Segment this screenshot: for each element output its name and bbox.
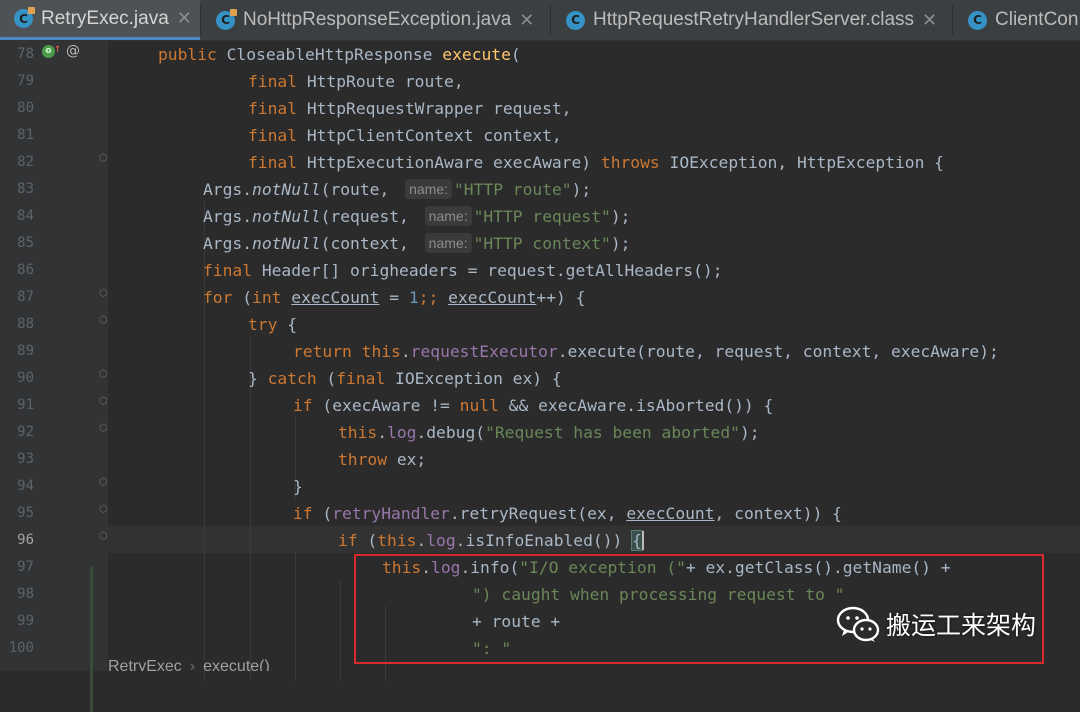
line-number: 88: [17, 316, 34, 332]
line-number: 85: [17, 235, 34, 251]
parameter-hint: name:: [424, 232, 472, 253]
line-number: 79: [17, 73, 34, 89]
code-line-95: if (retryHandler.retryRequest(ex, execCo…: [293, 504, 842, 523]
breadcrumb-separator: ›: [189, 658, 196, 671]
code-line-83: Args.notNull(route, name: "HTTP route");: [203, 178, 592, 199]
code-line-81: final HttpClientContext context,: [248, 126, 562, 145]
indent-guide: [250, 390, 251, 680]
tab-label: ClientCon: [995, 9, 1079, 30]
annotation-icon[interactable]: @: [66, 43, 80, 59]
class-icon: C: [216, 8, 237, 30]
parameter-hint: name:: [424, 205, 472, 226]
code-line-93: throw ex;: [338, 450, 427, 469]
code-line-94: }: [293, 477, 303, 496]
line-number: 84: [17, 208, 34, 224]
line-number: 90: [17, 370, 34, 386]
tab-label: HttpRequestRetryHandlerServer.class: [593, 9, 915, 30]
close-icon[interactable]: ✕: [177, 8, 192, 29]
tab-clientcon[interactable]: C ClientCon: [954, 0, 1080, 40]
breadcrumb-method[interactable]: execute(): [203, 658, 270, 671]
text-caret: [641, 531, 644, 550]
code-line-87: for (int execCount = 1;; execCount++) {: [203, 288, 586, 307]
editor-gutter[interactable]: 78 79 80 81 82 83 84 85 86 87 88 89 90 9…: [0, 41, 108, 712]
watermark-text: 搬运工来架构: [886, 611, 1037, 640]
close-icon[interactable]: ✕: [922, 10, 937, 31]
line-number: 98: [17, 586, 34, 602]
line-number: 100: [8, 640, 34, 656]
line-number: 91: [17, 397, 34, 413]
code-line-79: final HttpRoute route,: [248, 72, 464, 91]
line-number: 99: [17, 613, 34, 629]
close-icon[interactable]: ✕: [519, 10, 534, 31]
tab-nohttpresponseexception[interactable]: C NoHttpResponseException.java ✕: [202, 0, 550, 40]
class-icon: C: [14, 7, 35, 28]
breadcrumb-class[interactable]: RetryExec: [108, 658, 182, 671]
editor-tab-bar: C RetryExec.java ✕ C NoHttpResponseExcep…: [0, 0, 1080, 41]
code-line-88: try {: [248, 315, 298, 334]
code-line-92: this.log.debug("Request has been aborted…: [338, 423, 760, 442]
breadcrumb: RetryExec › execute(): [108, 655, 1080, 671]
code-line-86: final Header[] origheaders = request.get…: [203, 261, 723, 280]
line-number: 86: [17, 262, 34, 278]
line-number: 81: [17, 127, 34, 143]
code-line-96: if (this.log.isInfoEnabled()) {: [338, 530, 644, 551]
matched-brace: {: [631, 530, 643, 551]
tab-label: RetryExec.java: [41, 7, 169, 29]
code-line-90: } catch (final IOException ex) {: [248, 369, 562, 388]
code-line-84: Args.notNull(request, name: "HTTP request…: [203, 205, 631, 226]
line-number: 95: [17, 505, 34, 521]
line-number: 93: [17, 451, 34, 467]
line-number: 92: [17, 424, 34, 440]
code-line-78: public CloseableHttpResponse execute(: [158, 45, 521, 64]
tab-retryexec[interactable]: C RetryExec.java ✕: [0, 0, 200, 40]
line-number: 97: [17, 559, 34, 575]
line-number: 80: [17, 100, 34, 116]
arrow-up-icon[interactable]: ↑: [54, 41, 61, 55]
line-number: 94: [17, 478, 34, 494]
line-number: 89: [17, 343, 34, 359]
line-number: 87: [17, 289, 34, 305]
line-number: 82: [17, 154, 34, 170]
code-line-85: Args.notNull(context, name: "HTTP context…: [203, 232, 631, 253]
code-line-80: final HttpRequestWrapper request,: [248, 99, 572, 118]
class-icon: C: [566, 10, 585, 30]
line-number: 83: [17, 181, 34, 197]
vcs-change-marker: [90, 566, 93, 712]
tab-httprequestretryhandlerserver[interactable]: C HttpRequestRetryHandlerServer.class ✕: [552, 0, 952, 40]
line-number: 78: [17, 46, 34, 62]
parameter-hint: name:: [405, 178, 452, 199]
code-line-89: return this.requestExecutor.execute(rout…: [293, 342, 999, 361]
class-icon: C: [968, 10, 987, 30]
line-number-current: 96: [17, 532, 34, 548]
code-line-91: if (execAware != null && execAware.isAbo…: [293, 396, 774, 415]
tab-label: NoHttpResponseException.java: [243, 9, 512, 30]
watermark: 搬运工来架构: [836, 604, 1036, 644]
code-line-82: final HttpExecutionAware execAware) thro…: [248, 153, 944, 172]
wechat-icon: [836, 606, 880, 642]
